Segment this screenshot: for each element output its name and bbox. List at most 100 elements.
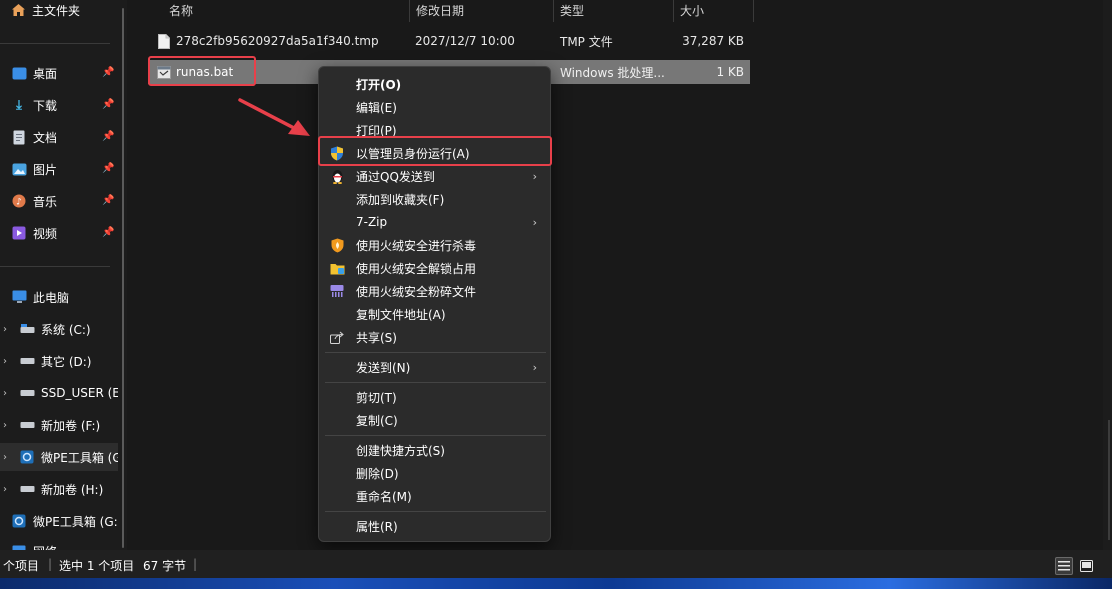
scrollbar-thumb[interactable] xyxy=(122,8,124,548)
chevron-right-icon[interactable]: › xyxy=(3,388,13,399)
chevron-right-icon: › xyxy=(532,215,537,229)
column-header-date[interactable]: 修改日期 xyxy=(410,0,553,20)
scrollbar-thumb[interactable] xyxy=(1108,420,1110,540)
pin-icon[interactable]: 📌 xyxy=(102,131,114,143)
home-icon xyxy=(10,2,26,18)
menu-item-huorong-unlock[interactable]: 使用火绒安全解锁占用 xyxy=(323,257,547,279)
pin-icon[interactable]: 📌 xyxy=(102,67,114,79)
menu-item-delete[interactable]: 删除(D) xyxy=(323,462,547,484)
sidebar-item-label: 音乐 xyxy=(33,194,58,209)
disc-icon xyxy=(11,513,27,529)
sidebar-item-drive-g[interactable]: › 微PE工具箱 (G xyxy=(0,443,118,471)
menu-item-copy[interactable]: 复制(C) xyxy=(323,409,547,431)
pin-icon[interactable]: 📌 xyxy=(102,163,114,175)
sidebar-item-drive-g-root[interactable]: 微PE工具箱 (G:) xyxy=(0,507,118,535)
menu-item-label: 7-Zip xyxy=(356,215,388,229)
menu-item-create-shortcut[interactable]: 创建快捷方式(S) xyxy=(323,439,547,461)
sidebar-item-drive-d[interactable]: › 其它 (D:) xyxy=(0,347,118,375)
sidebar-item-label: 新加卷 (H:) xyxy=(41,482,104,497)
sidebar-item-drive-h[interactable]: › 新加卷 (H:) xyxy=(0,475,118,503)
sidebar-item-desktop[interactable]: 桌面 📌 xyxy=(0,59,118,87)
menu-item-rename[interactable]: 重命名(M) xyxy=(323,485,547,507)
menu-item-copy-path[interactable]: 复制文件地址(A) xyxy=(323,303,547,325)
sidebar-item-label: 文档 xyxy=(33,130,58,145)
sidebar-item-label: 图片 xyxy=(33,162,58,177)
menu-item-label: 编辑(E) xyxy=(356,100,397,115)
menu-separator xyxy=(325,435,546,436)
pictures-icon xyxy=(11,161,27,177)
chevron-right-icon[interactable]: › xyxy=(3,484,13,495)
file-icon xyxy=(158,29,170,53)
huorong-shield-icon xyxy=(329,237,345,253)
chevron-right-icon[interactable]: › xyxy=(3,420,13,431)
menu-item-label: 复制(C) xyxy=(356,413,398,428)
sidebar-item-label: 主文件夹 xyxy=(32,3,81,18)
sidebar-item-music[interactable]: ♪ 音乐 📌 xyxy=(0,187,118,215)
sidebar-item-drive-e[interactable]: › SSD_USER (E: xyxy=(0,379,118,407)
menu-item-send-qq[interactable]: 通过QQ发送到 › xyxy=(323,165,547,187)
sidebar-item-label: 微PE工具箱 (G:) xyxy=(33,514,118,529)
sidebar-item-documents[interactable]: 文档 📌 xyxy=(0,123,118,151)
menu-item-label: 发送到(N) xyxy=(356,360,411,375)
pin-icon[interactable]: 📌 xyxy=(102,227,114,239)
navigation-pane: 主文件夹 桌面 📌 ⤓ 下载 📌 文档 📌 图片 📌 ♪ 音乐 📌 视频 📌 此… xyxy=(0,0,127,550)
sidebar-item-drive-c[interactable]: › 系统 (C:) xyxy=(0,315,118,343)
share-icon xyxy=(329,329,345,345)
content-scrollbar[interactable] xyxy=(1103,0,1112,550)
status-selected: 选中 1 个项目 xyxy=(59,559,135,573)
sidebar-item-drive-f[interactable]: › 新加卷 (F:) xyxy=(0,411,118,439)
file-type: TMP 文件 xyxy=(560,34,613,49)
details-view-button[interactable] xyxy=(1055,557,1073,575)
music-icon: ♪ xyxy=(11,193,27,209)
file-row[interactable]: 278c2fb95620927da5a1f340.tmp 2027/12/7 1… xyxy=(148,29,750,53)
document-icon xyxy=(11,129,27,145)
sidebar-item-label: 网络 xyxy=(33,543,57,551)
sidebar-item-pictures[interactable]: 图片 📌 xyxy=(0,155,118,183)
column-label: 名称 xyxy=(169,3,194,18)
menu-item-7zip[interactable]: 7-Zip › xyxy=(323,211,547,233)
pin-icon[interactable]: 📌 xyxy=(102,99,114,111)
column-divider[interactable] xyxy=(753,0,754,22)
menu-item-huorong-shred[interactable]: 使用火绒安全粉碎文件 xyxy=(323,280,547,302)
column-header-type[interactable]: 类型 xyxy=(554,0,673,20)
sidebar-item-home[interactable]: 主文件夹 xyxy=(0,0,118,24)
sidebar-item-videos[interactable]: 视频 📌 xyxy=(0,219,118,247)
menu-item-properties[interactable]: 属性(R) xyxy=(323,515,547,537)
file-type: Windows 批处理... xyxy=(560,65,665,80)
column-label: 大小 xyxy=(680,3,705,18)
column-header-name[interactable]: 名称 xyxy=(163,0,409,20)
sidebar-item-label: 系统 (C:) xyxy=(41,322,91,337)
menu-item-share[interactable]: 共享(S) xyxy=(323,326,547,348)
tiles-view-button[interactable] xyxy=(1077,557,1095,575)
menu-item-label: 重命名(M) xyxy=(356,489,412,504)
pin-icon[interactable]: 📌 xyxy=(102,195,114,207)
sidebar-item-label: 桌面 xyxy=(33,66,58,81)
menu-item-edit[interactable]: 编辑(E) xyxy=(323,96,547,118)
chevron-right-icon[interactable]: › xyxy=(3,356,13,367)
column-label: 修改日期 xyxy=(416,3,465,18)
sidebar-item-downloads[interactable]: ⤓ 下载 📌 xyxy=(0,91,118,119)
menu-item-label: 通过QQ发送到 xyxy=(356,169,435,184)
sidebar-item-this-pc[interactable]: 此电脑 xyxy=(0,283,118,311)
sidebar-divider xyxy=(0,43,110,44)
tiles-view-icon xyxy=(1079,560,1093,572)
desktop-icon xyxy=(11,65,27,81)
menu-item-cut[interactable]: 剪切(T) xyxy=(323,386,547,408)
chevron-right-icon[interactable]: › xyxy=(3,452,13,463)
network-icon xyxy=(11,543,27,550)
menu-item-label: 打开(O) xyxy=(356,77,402,92)
menu-item-huorong-scan[interactable]: 使用火绒安全进行杀毒 xyxy=(323,234,547,256)
sidebar-scrollbar[interactable] xyxy=(119,0,127,550)
status-bytes: 67 字节 xyxy=(143,559,187,573)
menu-item-open[interactable]: 打开(O) xyxy=(323,73,547,95)
menu-separator xyxy=(325,352,546,353)
status-item-count: 个项目 xyxy=(3,559,40,573)
column-header-size[interactable]: 大小 xyxy=(674,0,754,20)
qq-penguin-icon xyxy=(329,168,345,184)
file-date: 2027/12/7 10:00 xyxy=(415,34,515,48)
menu-item-add-favorites[interactable]: 添加到收藏夹(F) xyxy=(323,188,547,210)
menu-item-send-to[interactable]: 发送到(N) › xyxy=(323,356,547,378)
sidebar-item-network[interactable]: 网络 xyxy=(0,537,118,550)
sidebar-item-label: 视频 xyxy=(33,226,58,241)
chevron-right-icon[interactable]: › xyxy=(3,324,13,335)
